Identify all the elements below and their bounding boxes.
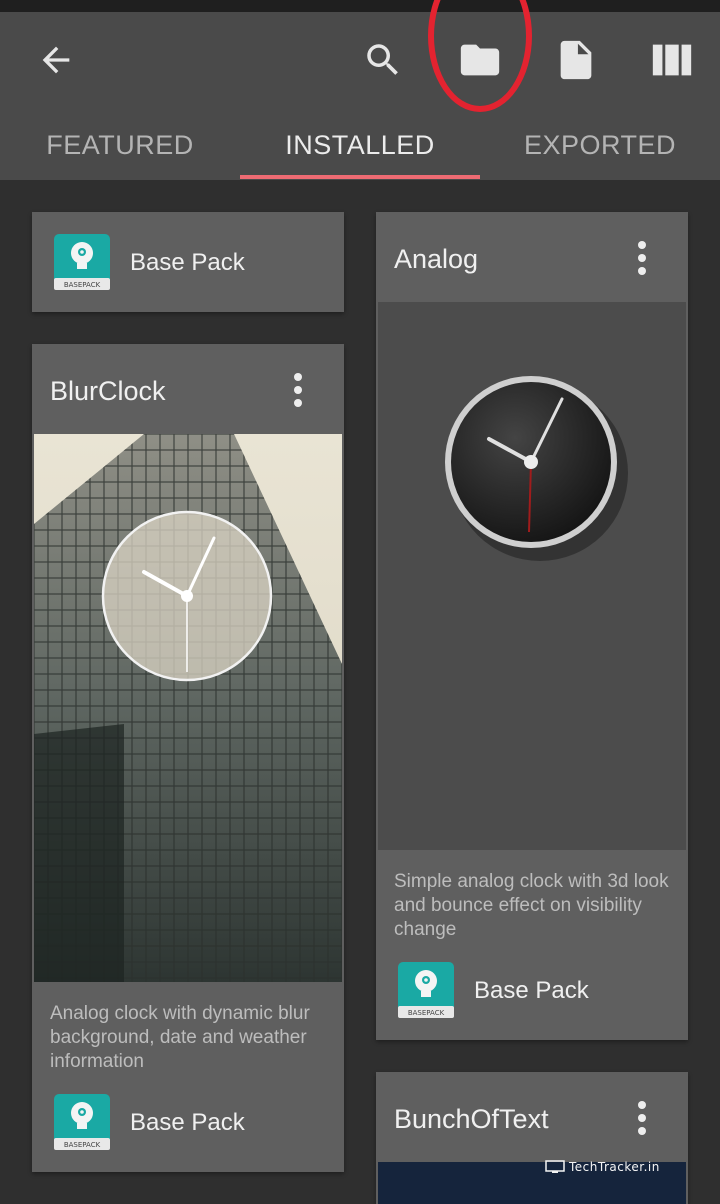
blurclock-clock-face — [101, 510, 273, 682]
arrow-left-icon — [42, 46, 70, 74]
blurclock-description: Analog clock with dynamic blur backgroun… — [50, 1003, 310, 1072]
analog-preview-image — [378, 302, 686, 850]
tab-exported[interactable]: EXPORTED — [480, 130, 720, 180]
file-icon — [560, 40, 592, 80]
analog-pack-label: Base Pack — [474, 977, 589, 1004]
search-button[interactable] — [351, 28, 415, 92]
tab-installed[interactable]: INSTALLED — [240, 130, 480, 180]
back-button[interactable] — [24, 28, 88, 92]
blurclock-pack-label: Base Pack — [130, 1109, 245, 1136]
bunchoftext-card[interactable]: BunchOfText — [376, 1072, 688, 1204]
basepack-icon: BASEPACK — [398, 962, 454, 1018]
basepack-icon-text: BASEPACK — [408, 1009, 445, 1017]
blurclock-card[interactable]: BlurClock Analog clock with dynamic blur… — [32, 344, 344, 1172]
analog-menu-button[interactable] — [622, 228, 662, 288]
app-bar: FEATURED INSTALLED EXPORTED — [0, 12, 720, 180]
base-pack-card[interactable]: BASEPACK Base Pack — [32, 212, 344, 312]
bunchoftext-menu-button[interactable] — [622, 1088, 662, 1148]
search-icon — [367, 44, 398, 75]
watermark-text: TechTracker.in — [569, 1160, 660, 1174]
layout-button[interactable] — [640, 28, 704, 92]
view-column-icon — [652, 44, 692, 76]
status-bar — [0, 0, 720, 12]
basepack-icon: BASEPACK — [54, 234, 110, 290]
blurclock-menu-button[interactable] — [278, 360, 318, 420]
basepack-icon: BASEPACK — [54, 1094, 110, 1150]
blurclock-title: BlurClock — [50, 376, 166, 406]
basepack-icon-text: BASEPACK — [64, 1141, 101, 1149]
file-button[interactable] — [544, 28, 608, 92]
analog-description: Simple analog clock with 3d look and bou… — [394, 871, 669, 940]
basepack-icon-text: BASEPACK — [64, 281, 101, 289]
base-pack-label: Base Pack — [130, 249, 245, 276]
bunchoftext-title: BunchOfText — [394, 1104, 549, 1134]
watermark: TechTracker.in — [545, 1160, 660, 1174]
tab-indicator — [240, 175, 480, 179]
monitor-icon — [545, 1160, 565, 1173]
tab-featured[interactable]: FEATURED — [0, 130, 240, 180]
analog-title: Analog — [394, 244, 479, 274]
blurclock-preview-image — [34, 434, 342, 982]
analog-card[interactable]: Analog Simple analog clock with 3d look … — [376, 212, 688, 1040]
